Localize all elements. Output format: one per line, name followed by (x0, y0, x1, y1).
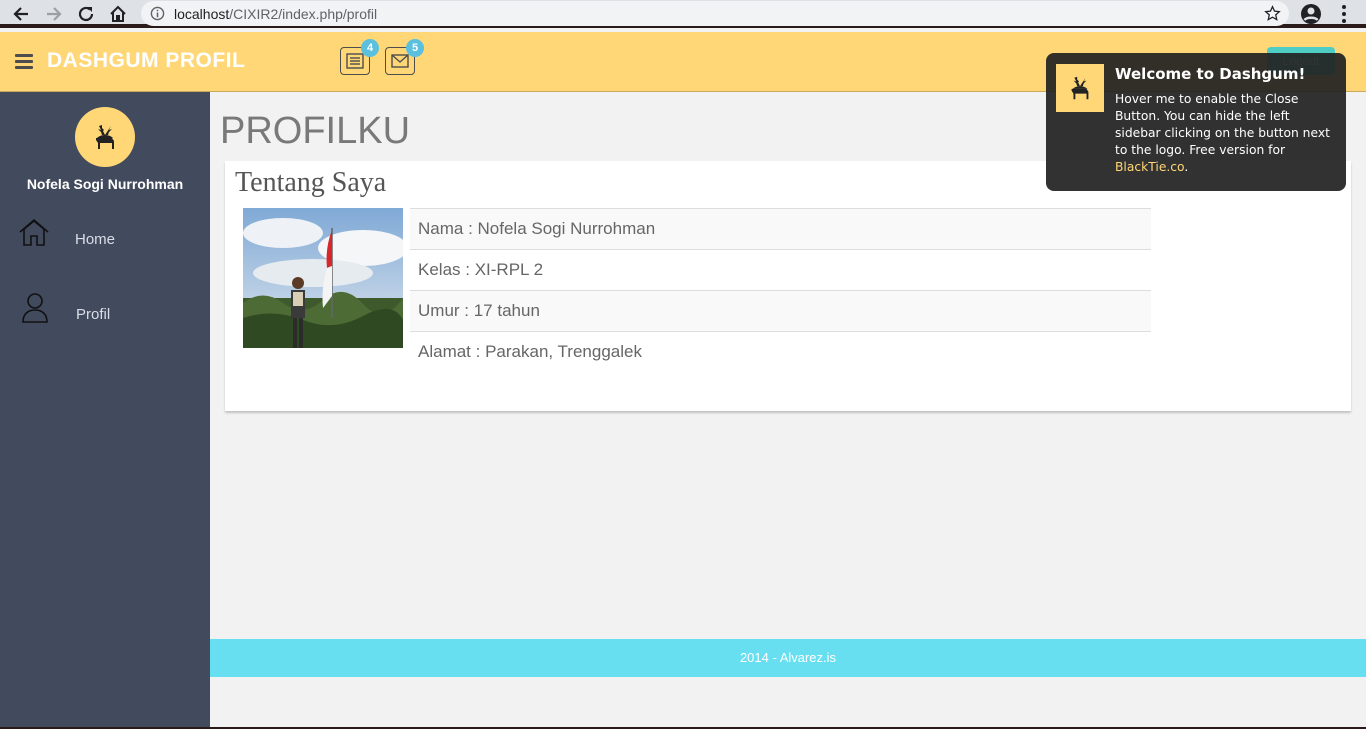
profile-photo (243, 208, 403, 348)
back-icon[interactable] (10, 3, 32, 25)
tasks-badge: 4 (361, 39, 379, 57)
deer-icon (96, 125, 114, 149)
sidebar-item-label: Profil (76, 306, 111, 323)
profile-info-table: Nama : Nofela Sogi Nurrohman Kelas : XI-… (410, 208, 1151, 372)
sidebar-toggle-icon[interactable] (15, 54, 33, 72)
site-info-icon[interactable] (150, 6, 165, 26)
account-icon[interactable] (1300, 3, 1322, 30)
blacktie-link[interactable]: BlackTie.co (1115, 160, 1184, 174)
messages-button[interactable]: 5 (385, 39, 424, 75)
home-icon (18, 217, 50, 252)
notification-title: Welcome to Dashgum! (1115, 65, 1306, 83)
sidebar-item-profil[interactable]: Profil (0, 292, 210, 342)
avatar[interactable] (75, 107, 135, 167)
tasks-button[interactable]: 4 (340, 39, 379, 75)
sidebar-username[interactable]: Nofela Sogi Nurrohman (0, 176, 210, 192)
browser-toolbar: localhost/CIXIR2/index.php/profil (0, 0, 1366, 28)
address-bar[interactable]: localhost/CIXIR2/index.php/profil (141, 1, 1289, 26)
sidebar-item-label: Home (75, 231, 116, 248)
table-row: Kelas : XI-RPL 2 (410, 249, 1151, 290)
welcome-notification[interactable]: Welcome to Dashgum! Hover me to enable t… (1046, 53, 1346, 191)
notification-image (1056, 64, 1104, 112)
forward-icon[interactable] (43, 3, 65, 25)
envelope-icon (391, 54, 409, 68)
reload-icon[interactable] (75, 3, 97, 25)
sidebar-item-home[interactable]: Home (0, 217, 210, 267)
user-icon (20, 292, 50, 329)
tasks-icon (346, 53, 364, 69)
table-row: Nama : Nofela Sogi Nurrohman (410, 208, 1151, 249)
mail-badge: 5 (406, 39, 424, 57)
deer-icon (1071, 76, 1089, 100)
table-row: Alamat : Parakan, Trenggalek (410, 331, 1151, 372)
table-row: Umur : 17 tahun (410, 290, 1151, 331)
home-browser-icon[interactable] (107, 3, 129, 25)
sidebar: Nofela Sogi Nurrohman Home Profil (0, 92, 210, 729)
notification-text: Hover me to enable the Close Button. You… (1115, 92, 1330, 174)
more-menu-icon[interactable] (1337, 3, 1351, 30)
url-text: localhost/CIXIR2/index.php/profil (174, 6, 378, 22)
page-title: PROFILKU (220, 110, 411, 152)
app-logo[interactable]: DASHGUM PROFIL (47, 49, 245, 73)
panel-title: Tentang Saya (235, 167, 387, 198)
bookmark-star-icon[interactable] (1264, 5, 1281, 27)
profile-panel: Tentang Saya Nama : Nofela Sogi Nurrohma… (225, 161, 1351, 411)
footer: 2014 - Alvarez.is (210, 639, 1366, 677)
